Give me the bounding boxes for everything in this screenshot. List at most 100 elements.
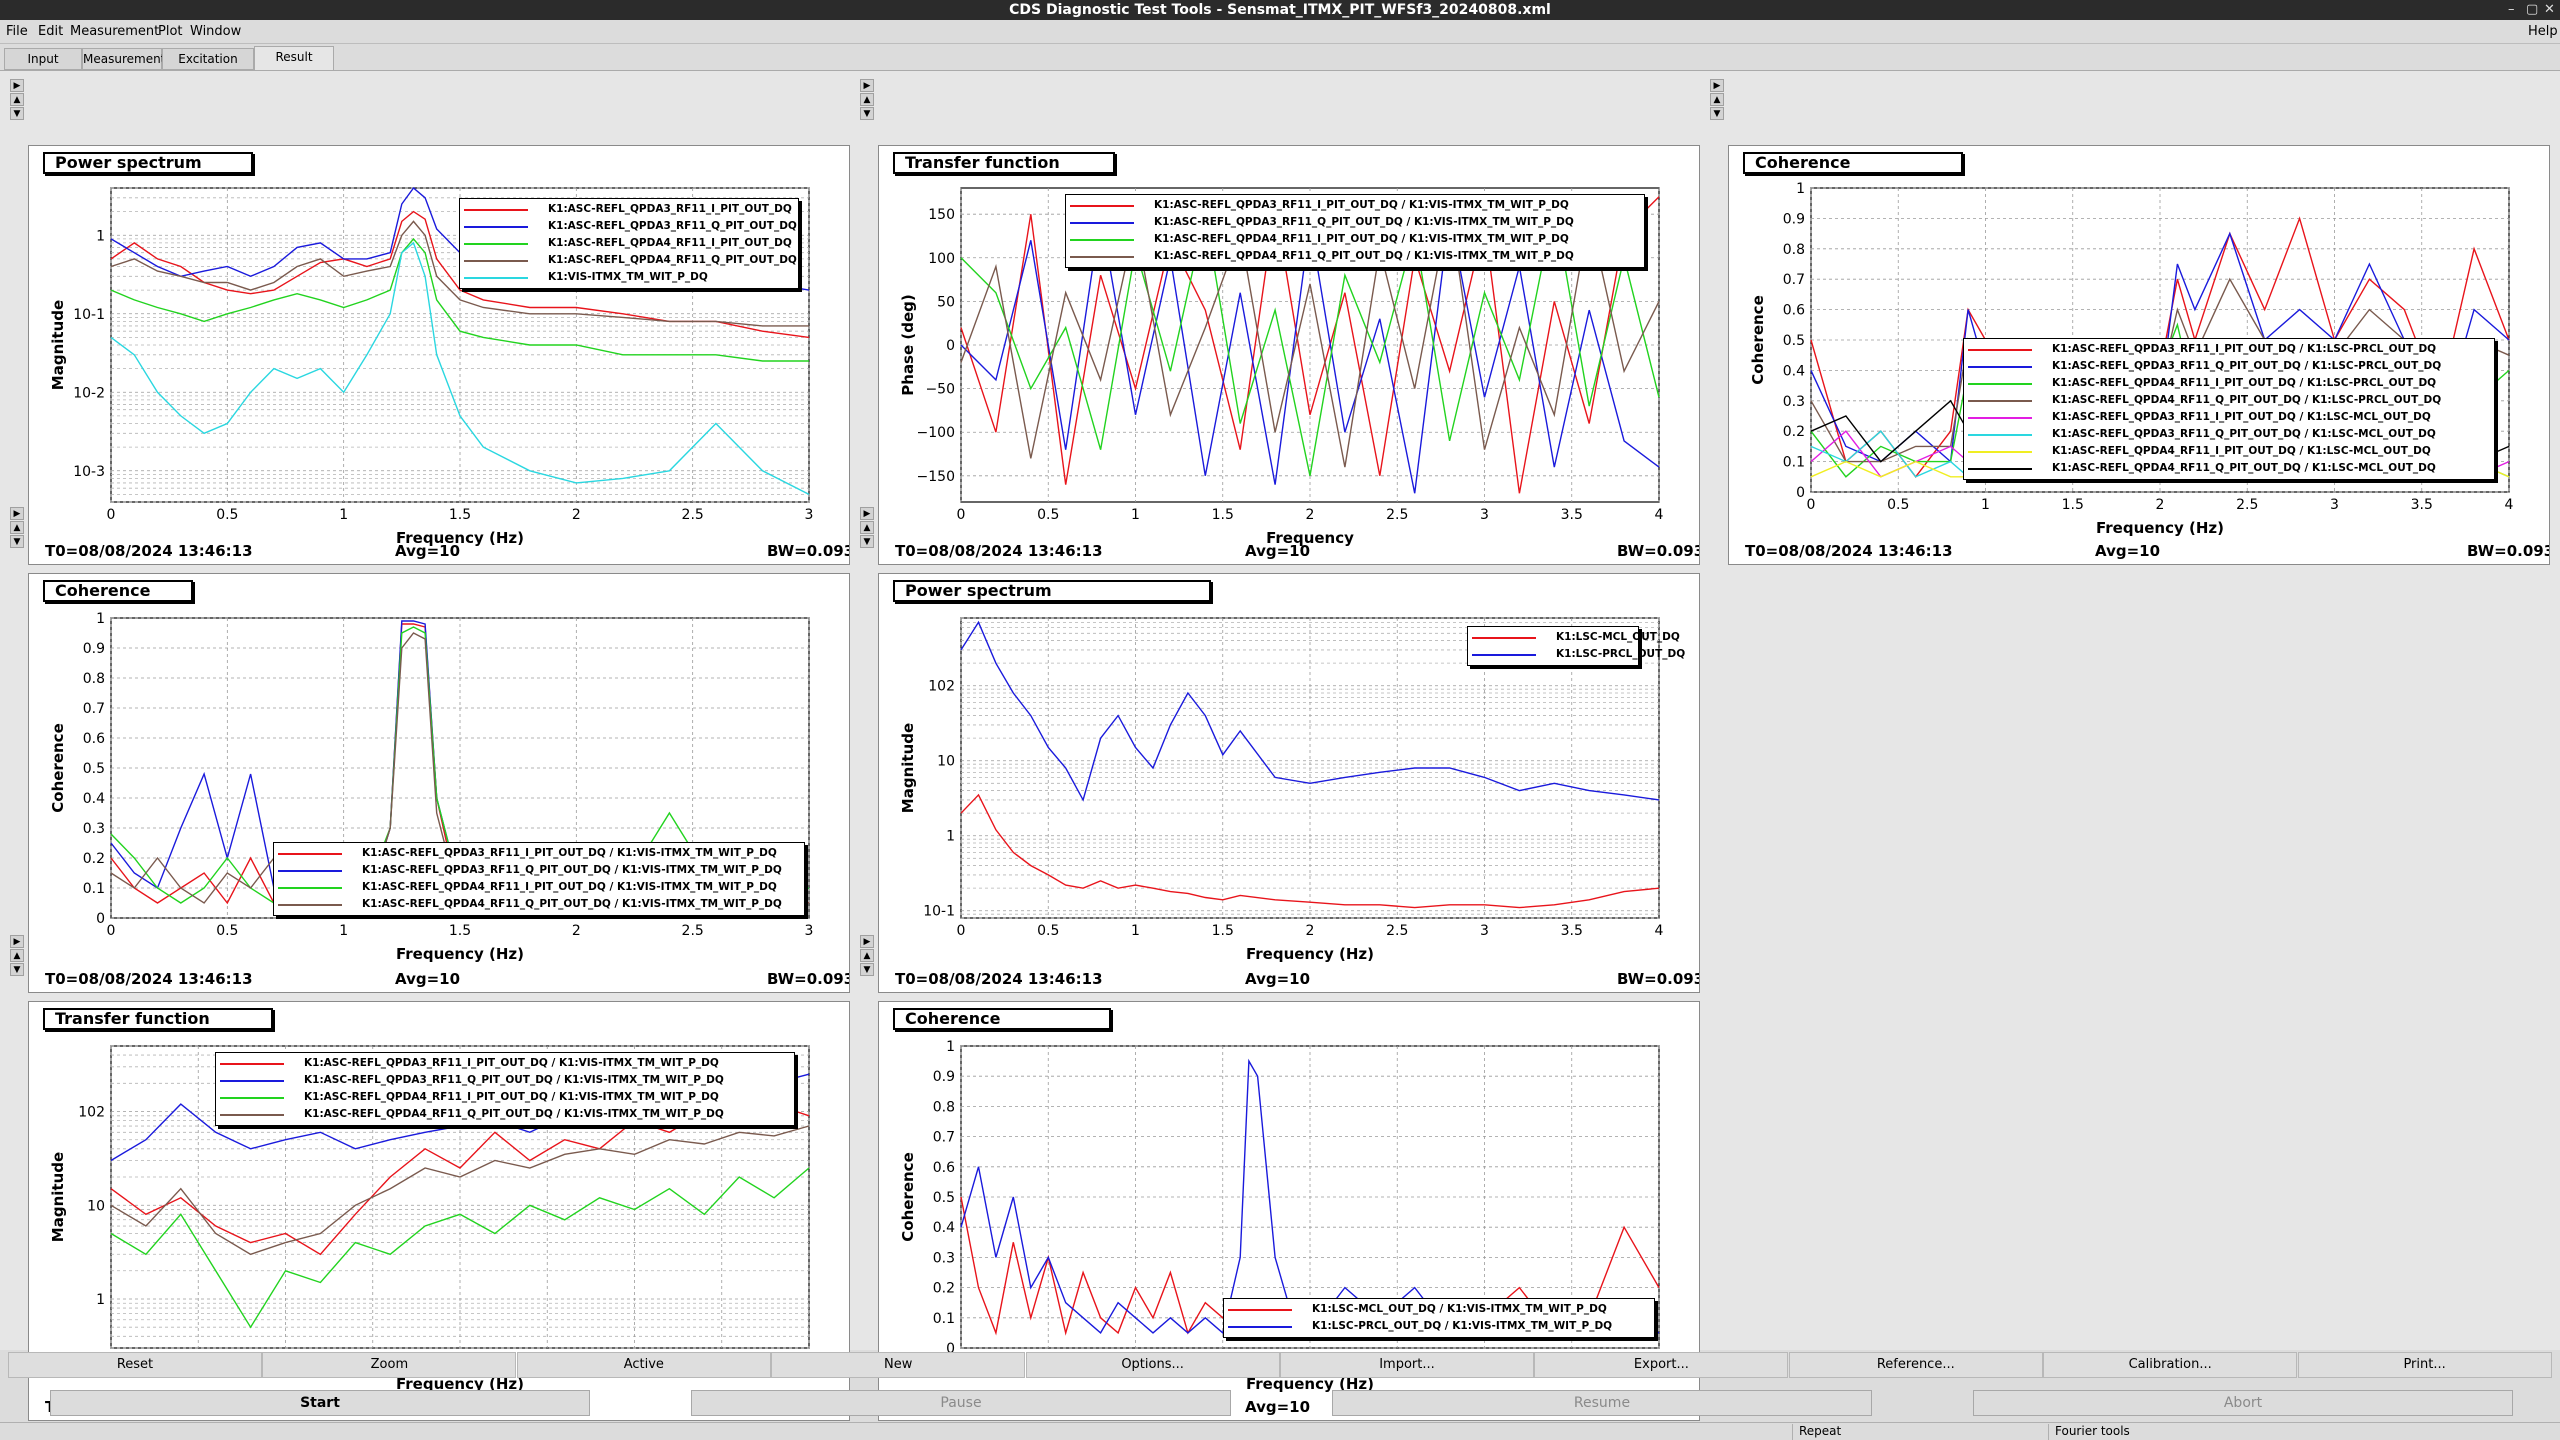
run-button-row: Start Pause Resume Abort — [0, 1388, 2560, 1420]
y-tick-label: 0.3 — [933, 1250, 955, 1266]
legend-label: K1:ASC-REFL_QPDA3_RF11_Q_PIT_OUT_DQ / K1… — [304, 1074, 724, 1086]
y-axis-label: Magnitude — [49, 1152, 67, 1242]
pad-options-icon[interactable]: ▶ — [10, 507, 24, 520]
y-tick-label: 0.2 — [1783, 424, 1805, 440]
legend-label: K1:ASC-REFL_QPDA4_RF11_Q_PIT_OUT_DQ — [548, 254, 797, 266]
pad-scroll-up-icon[interactable]: ▲ — [860, 949, 874, 962]
pad-scroll-up-icon[interactable]: ▲ — [10, 521, 24, 534]
footer-avg: Avg=10 — [395, 542, 461, 560]
y-tick-label: 10 — [937, 754, 955, 770]
pad-options-icon[interactable]: ▶ — [1710, 79, 1724, 92]
pause-button[interactable]: Pause — [691, 1390, 1231, 1416]
start-button[interactable]: Start — [50, 1390, 590, 1416]
tab-excitation[interactable]: Excitation — [162, 48, 254, 70]
legend-label: K1:ASC-REFL_QPDA3_RF11_I_PIT_OUT_DQ — [548, 203, 792, 215]
pad-scroll-down-icon[interactable]: ▼ — [10, 535, 24, 548]
y-tick-label: 0.6 — [1783, 303, 1805, 319]
x-axis-label: Frequency (Hz) — [2096, 519, 2224, 537]
legend-entry: K1:ASC-REFL_QPDA4_RF11_I_PIT_OUT_DQ — [464, 235, 794, 252]
tab-input[interactable]: Input — [4, 48, 82, 70]
pad-scroll-down-icon[interactable]: ▼ — [10, 107, 24, 120]
pad-scroll-up-icon[interactable]: ▲ — [10, 949, 24, 962]
pad-scroll-down-icon[interactable]: ▼ — [860, 107, 874, 120]
abort-button[interactable]: Abort — [1973, 1390, 2513, 1416]
pad-scroll-up-icon[interactable]: ▲ — [860, 93, 874, 106]
status-fourier-tools: Fourier tools — [2048, 1424, 2304, 1440]
options-button[interactable]: Options... — [1025, 1352, 1280, 1378]
menu-plot[interactable]: Plot — [158, 24, 183, 39]
x-tick-label: 1 — [1131, 507, 1140, 523]
pad-scroll-up-icon[interactable]: ▲ — [10, 93, 24, 106]
y-tick-label: 0.6 — [933, 1160, 955, 1176]
x-tick-label: 1 — [1131, 923, 1140, 939]
status-bar: Repeat Fourier tools — [0, 1422, 2560, 1440]
active-button[interactable]: Active — [516, 1352, 771, 1378]
menu-edit[interactable]: Edit — [38, 24, 63, 39]
pad-options-icon[interactable]: ▶ — [10, 935, 24, 948]
calibration-button[interactable]: Calibration... — [2043, 1352, 2298, 1378]
footer-avg: Avg=10 — [2095, 542, 2161, 560]
minimize-icon[interactable]: – — [2508, 0, 2515, 20]
pad-options-icon[interactable]: ▶ — [860, 507, 874, 520]
tab-result[interactable]: Result — [254, 46, 334, 70]
pad-options-icon[interactable]: ▶ — [860, 79, 874, 92]
pad-scroll-down-icon[interactable]: ▼ — [1710, 107, 1724, 120]
y-tick-label: 1 — [1796, 181, 1805, 197]
x-tick-label: 3.5 — [1561, 507, 1583, 523]
menu-window[interactable]: Window — [190, 24, 241, 39]
legend-entry: K1:ASC-REFL_QPDA3_RF11_I_PIT_OUT_DQ / K1… — [220, 1055, 790, 1072]
x-tick-label: 1 — [339, 507, 348, 523]
pad-scroll-up-icon[interactable]: ▲ — [1710, 93, 1724, 106]
footer-bw: BW=0.09375 — [767, 970, 849, 988]
y-tick-label: 0.7 — [933, 1130, 955, 1146]
maximize-icon[interactable]: ▢ — [2526, 0, 2538, 20]
pad-scroll-up-icon[interactable]: ▲ — [860, 521, 874, 534]
plot-pad-2[interactable]: 0 0.5 1 1.5 2 2.5 3 3.5 4 −150 −100 −50 0 50 100 150 Fre… — [878, 145, 1700, 565]
x-tick-label: 0 — [1807, 497, 1816, 513]
plot-pad-1[interactable]: 0 0.5 1 1.5 2 2.5 3 10-3 10-2 10-1 1 Frequency (Hz)… — [28, 145, 850, 565]
footer-avg: Avg=10 — [395, 970, 461, 988]
menu-help[interactable]: Help — [2528, 24, 2558, 39]
y-axis-label: Magnitude — [49, 300, 67, 390]
y-tick-label: 0.9 — [1783, 211, 1805, 227]
legend-label: K1:VIS-ITMX_TM_WIT_P_DQ — [548, 271, 708, 283]
legend-label: K1:ASC-REFL_QPDA4_RF11_I_PIT_OUT_DQ — [548, 237, 792, 249]
zoom-button[interactable]: Zoom — [262, 1352, 517, 1378]
reset-button[interactable]: Reset — [8, 1352, 262, 1378]
menu-file[interactable]: File — [6, 24, 28, 39]
pad-options-icon[interactable]: ▶ — [860, 935, 874, 948]
tab-bar: Input Measurement Excitation Result — [0, 46, 2560, 70]
footer-avg: Avg=10 — [1245, 542, 1311, 560]
legend-entry: K1:LSC-PRCL_OUT_DQ — [1472, 646, 1685, 663]
pad-scroll-down-icon[interactable]: ▼ — [860, 963, 874, 976]
new-button[interactable]: New — [771, 1352, 1026, 1378]
print-button[interactable]: Print... — [2297, 1352, 2552, 1378]
y-tick-label: 1 — [96, 228, 105, 244]
pad-scroll-down-icon[interactable]: ▼ — [860, 535, 874, 548]
x-tick-label: 2.5 — [682, 923, 704, 939]
export-button[interactable]: Export... — [1534, 1352, 1789, 1378]
reference-button[interactable]: Reference... — [1788, 1352, 2043, 1378]
legend-swatch — [464, 226, 528, 228]
legend-label: K1:ASC-REFL_QPDA4_RF11_Q_PIT_OUT_DQ / K1… — [2052, 462, 2436, 474]
y-tick-label: −150 — [917, 469, 955, 485]
menu-measurement[interactable]: Measurement — [70, 24, 159, 39]
pad-scroll-down-icon[interactable]: ▼ — [10, 963, 24, 976]
plot-legend: K1:ASC-REFL_QPDA3_RF11_I_PIT_OUT_DQ / K1… — [273, 842, 805, 916]
y-tick-label: 0.5 — [1783, 333, 1805, 349]
resume-button[interactable]: Resume — [1332, 1390, 1872, 1416]
legend-label: K1:LSC-MCL_OUT_DQ — [1556, 631, 1680, 643]
plot-pad-5[interactable]: 0 0.5 1 1.5 2 2.5 3 3.5 4 10-1 1 10 102 Frequency (Hz… — [878, 573, 1700, 993]
import-button[interactable]: Import... — [1280, 1352, 1534, 1378]
y-axis-label: Coherence — [49, 723, 67, 812]
close-icon[interactable]: ✕ — [2544, 0, 2555, 20]
plot-pad-3[interactable]: 0 0.5 1 1.5 2 2.5 3 3.5 4 0 0.1 0.2 0.3 0.4 0.5 0.6 0.7 0… — [1728, 145, 2550, 565]
legend-swatch — [1228, 1326, 1292, 1328]
legend-swatch — [1968, 366, 2032, 368]
pad-options-icon[interactable]: ▶ — [10, 79, 24, 92]
legend-entry: K1:ASC-REFL_QPDA3_RF11_I_PIT_OUT_DQ / K1… — [278, 845, 800, 862]
plot-pad-4[interactable]: 0 0.5 1 1.5 2 2.5 3 0 0.1 0.2 0.3 0.4 0.5 0.6 0.7 0.8 0.… — [28, 573, 850, 993]
y-tick-label: 0.1 — [83, 881, 105, 897]
x-tick-label: 0.5 — [216, 923, 238, 939]
tab-measurement[interactable]: Measurement — [82, 48, 165, 70]
